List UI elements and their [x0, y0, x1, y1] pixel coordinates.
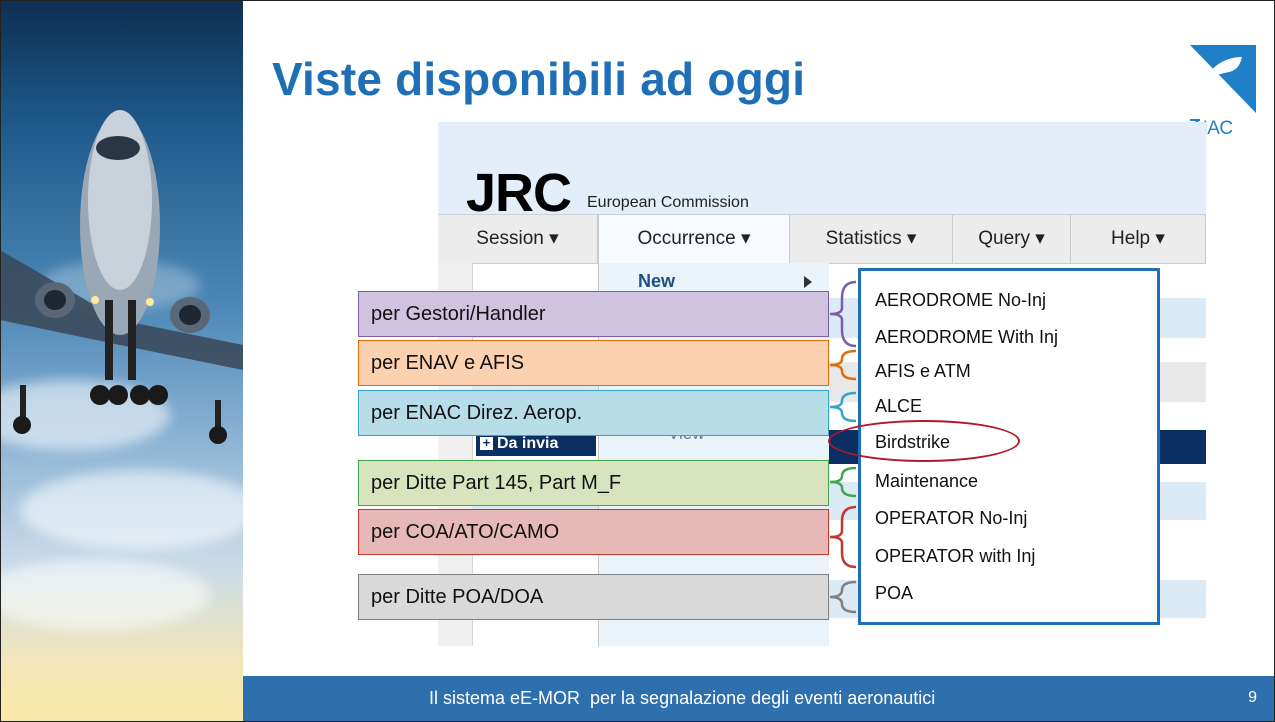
- menu-query[interactable]: Query ▾: [953, 215, 1071, 263]
- list-item[interactable]: OPERATOR with Inj: [875, 546, 1035, 567]
- da-invia-label: Da invia: [497, 435, 559, 452]
- plus-icon[interactable]: +: [480, 436, 493, 451]
- menu-session[interactable]: Session ▾: [438, 215, 598, 263]
- brace-icon: [829, 580, 857, 614]
- highlight-ring: [828, 420, 1020, 462]
- callout-enav: per ENAV e AFIS: [358, 340, 829, 386]
- menu-occurrence[interactable]: Occurrence ▾: [598, 215, 790, 263]
- airplane-photo: [0, 0, 243, 722]
- list-item[interactable]: ALCE: [875, 396, 922, 417]
- brand-subtitle: European Commission: [587, 194, 749, 211]
- callout-coa: per COA/ATO/CAMO: [358, 509, 829, 555]
- callout-enac: per ENAC Direz. Aerop.: [358, 390, 829, 436]
- slide-title: Viste disponibili ad oggi: [272, 53, 806, 105]
- list-item[interactable]: AERODROME With Inj: [875, 327, 1058, 348]
- menu-statistics[interactable]: Statistics ▾: [790, 215, 953, 263]
- list-item[interactable]: OPERATOR No-Inj: [875, 508, 1027, 529]
- brace-icon: [829, 466, 857, 498]
- submenu-arrow-icon: [804, 276, 812, 288]
- list-item[interactable]: AFIS e ATM: [875, 361, 971, 382]
- menu-bar: Session ▾ Occurrence ▾ Statistics ▾ Quer…: [438, 214, 1206, 264]
- list-item[interactable]: AERODROME No-Inj: [875, 290, 1046, 311]
- footer-text: Il sistema eE-MOR per la segnalazione de…: [429, 688, 936, 708]
- brace-icon: [829, 391, 857, 423]
- menu-help[interactable]: Help ▾: [1071, 215, 1206, 263]
- brace-icon: [829, 280, 857, 348]
- page-number: 9: [1248, 689, 1257, 706]
- submenu-new[interactable]: New: [638, 271, 675, 292]
- slide: Viste disponibili ad oggi NAC JRC Europe…: [0, 0, 1275, 722]
- airplane-illustration: [0, 110, 243, 444]
- callout-poa: per Ditte POA/DOA: [358, 574, 829, 620]
- brace-icon: [829, 349, 857, 381]
- list-item[interactable]: POA: [875, 583, 913, 604]
- callout-ditte-145: per Ditte Part 145, Part M_F: [358, 460, 829, 506]
- list-item[interactable]: Maintenance: [875, 471, 978, 492]
- callout-gestori: per Gestori/Handler: [358, 291, 829, 337]
- brace-icon: [829, 505, 857, 569]
- slide-footer: Il sistema eE-MOR per la segnalazione de…: [243, 676, 1275, 722]
